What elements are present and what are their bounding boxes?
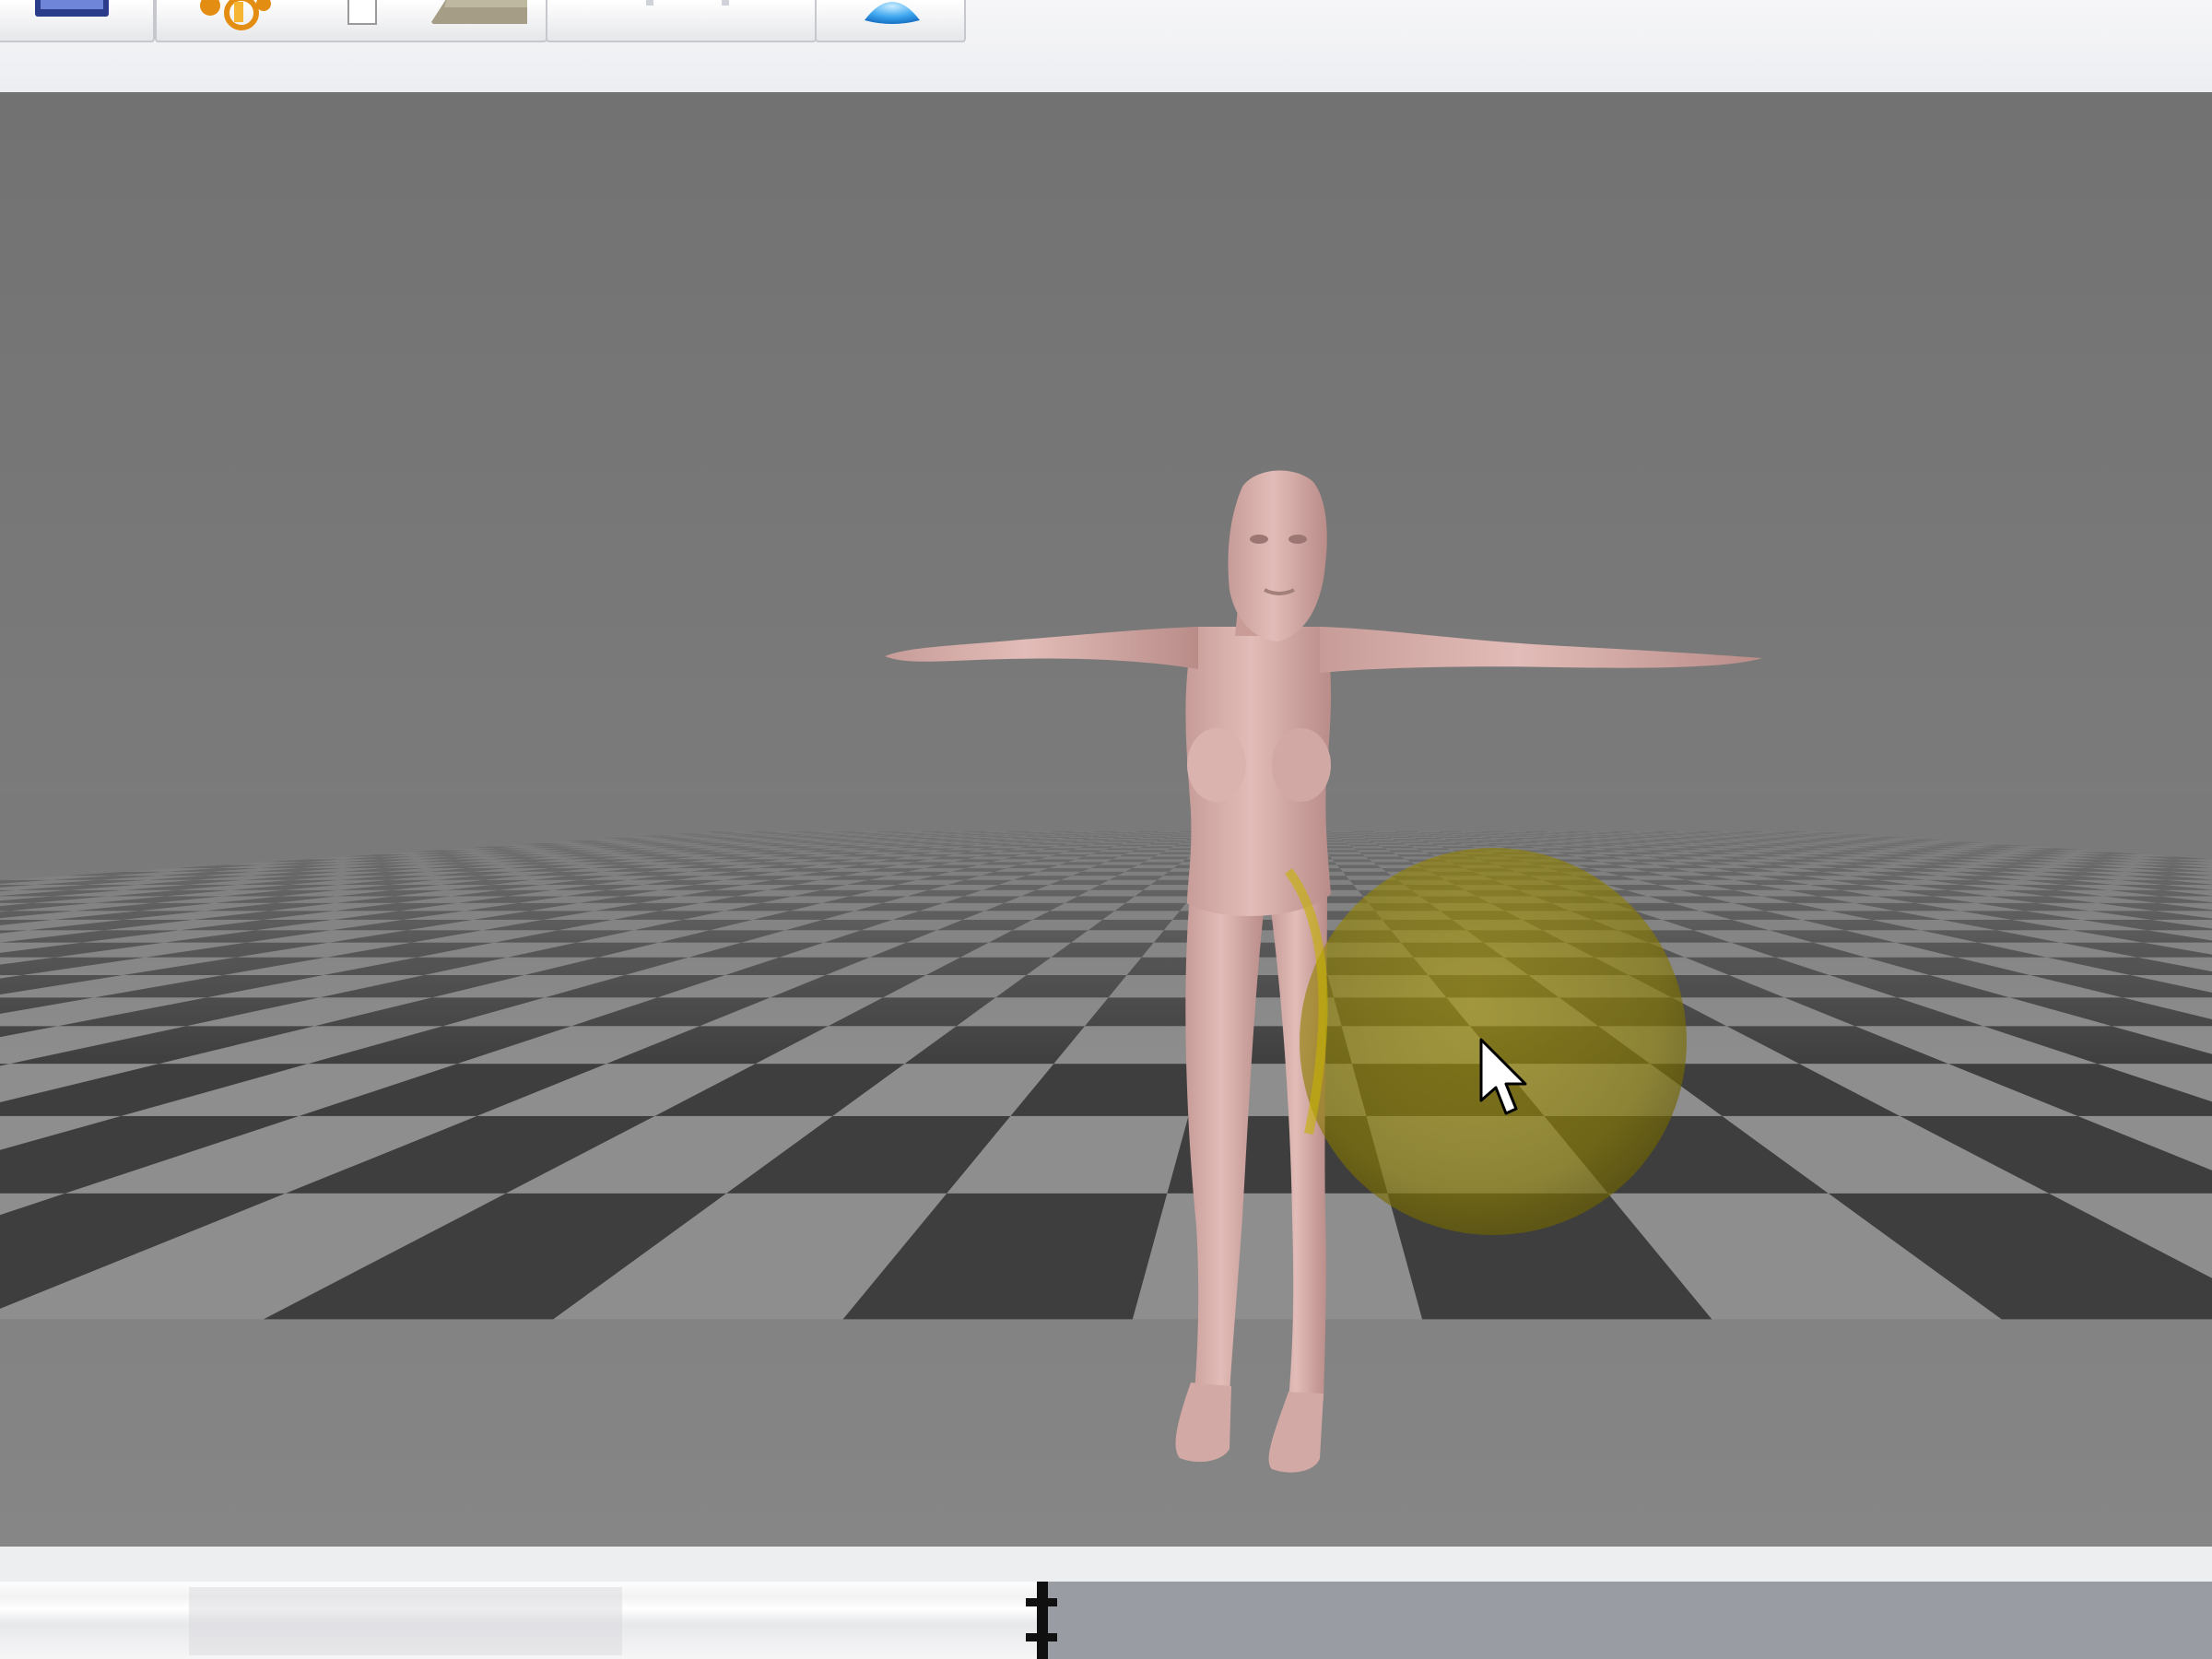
- timeline-bar: [0, 1547, 2212, 1659]
- toolbar-group-render: [815, 0, 966, 42]
- toolbar-group-view: [546, 0, 817, 42]
- dot-icon[interactable]: [640, 0, 660, 39]
- floor-fog: [0, 793, 2212, 1253]
- chest-right: [1272, 728, 1331, 802]
- timeline-playhead[interactable]: [1026, 1582, 1058, 1659]
- blue-dome-icon[interactable]: [859, 0, 925, 39]
- scene-canvas[interactable]: [0, 92, 2212, 1547]
- left-eye: [1250, 535, 1268, 544]
- move-joint-icon[interactable]: [190, 0, 276, 39]
- chest-left: [1187, 728, 1246, 802]
- toolbar: [0, 0, 2212, 92]
- toolbar-group-file: [0, 0, 155, 42]
- brush-cursor-sphere: [1300, 848, 1687, 1235]
- timeline-track[interactable]: [0, 1582, 2212, 1659]
- dot-icon[interactable]: [715, 0, 735, 39]
- floor-tile-icon[interactable]: [428, 0, 531, 39]
- 3d-viewport[interactable]: [0, 92, 2212, 1547]
- picture-frame-icon[interactable]: [33, 0, 112, 39]
- right-eye: [1288, 535, 1307, 544]
- timeline-played-region: [0, 1582, 1042, 1659]
- page-icon[interactable]: [343, 0, 382, 39]
- toolbar-group-tools: [155, 0, 547, 42]
